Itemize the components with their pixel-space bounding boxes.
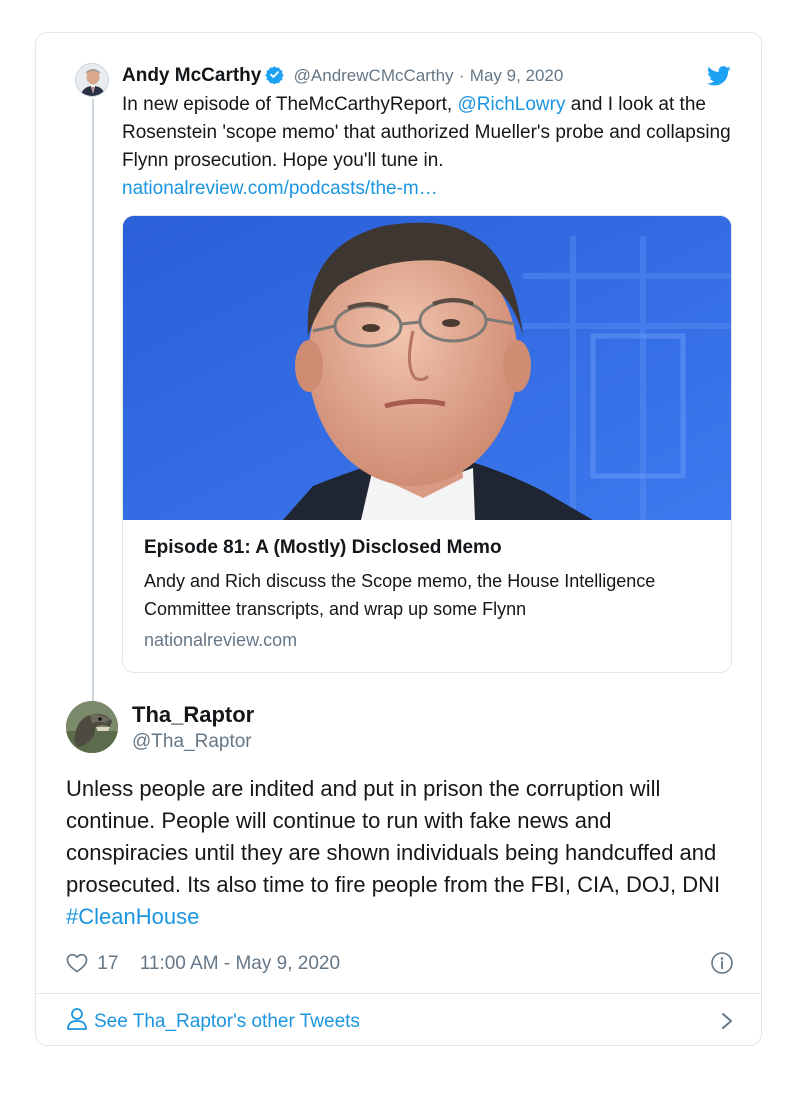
quoted-author-name[interactable]: Andy McCarthy [122,65,261,86]
quoted-url-link[interactable]: nationalreview.com/podcasts/the-m… [122,175,742,203]
person-icon [66,1007,88,1040]
reply-tweet-text: Unless people are indited and put in pri… [66,773,736,933]
reply-text-body: Unless people are indited and put in pri… [66,776,721,897]
quoted-tweet-header: Andy McCarthy @AndrewCMcCarthy · May 9, … [122,63,742,89]
hashtag-link[interactable]: #CleanHouse [66,904,199,929]
reply-author-name[interactable]: Tha_Raptor [132,701,254,729]
heart-icon[interactable] [66,953,88,981]
preview-description: Andy and Rich discuss the Scope memo, th… [144,571,656,619]
preview-text: Episode 81: A (Mostly) Disclosed Memo An… [144,534,714,654]
see-other-tweets-label: See Tha_Raptor's other Tweets [94,1011,360,1032]
twitter-bird-icon[interactable] [707,66,731,91]
chevron-right-icon [720,1011,734,1040]
preview-domain: nationalreview.com [144,630,298,650]
footer-divider [36,993,761,994]
tha-raptor-avatar[interactable] [66,701,118,753]
info-icon[interactable] [710,951,734,983]
preview-title: Episode 81: A (Mostly) Disclosed Memo [144,537,502,558]
verified-badge-icon [265,65,285,92]
andy-mccarthy-avatar[interactable] [75,63,109,97]
quoted-tweet-text: In new episode of TheMcCarthyReport, @Ri… [122,91,742,203]
like-count[interactable]: 17 [97,953,118,974]
see-other-tweets-link[interactable]: See Tha_Raptor's other Tweets [66,1007,734,1035]
reply-author-handle[interactable]: @Tha_Raptor [132,729,252,755]
preview-photo [123,216,731,520]
link-preview-card[interactable]: Episode 81: A (Mostly) Disclosed Memo An… [122,215,732,673]
mention-link[interactable]: @RichLowry [458,94,566,115]
quoted-text-part-1: In new episode of TheMcCarthyReport, [122,94,458,115]
quoted-author-handle[interactable]: @AndrewCMcCarthy [294,66,454,85]
header-separator: · [458,66,465,85]
quoted-tweet-date[interactable]: May 9, 2020 [470,66,564,85]
embedded-tweet-card: Andy McCarthy @AndrewCMcCarthy · May 9, … [35,32,762,1046]
reply-meta-row: 17 11:00 AM - May 9, 2020 [66,951,734,977]
thread-connector-line [92,99,94,727]
reply-timestamp[interactable]: 11:00 AM - May 9, 2020 [140,953,340,974]
